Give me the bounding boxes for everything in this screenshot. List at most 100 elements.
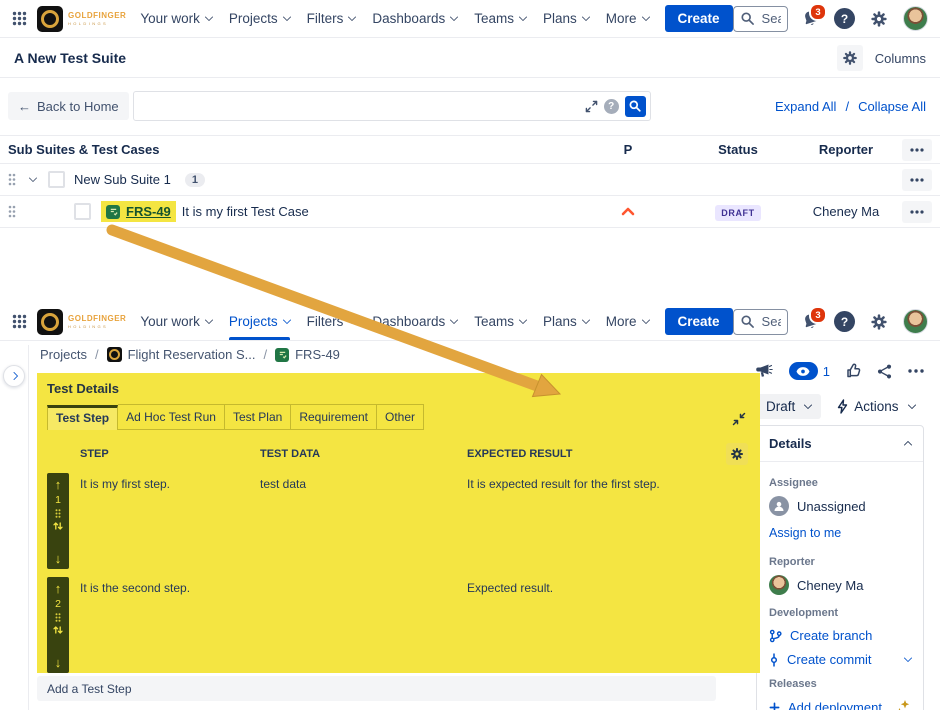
nav-item-plans[interactable]: Plans	[543, 314, 589, 329]
table-more-button[interactable]	[902, 139, 932, 161]
nav-item-your-work[interactable]: Your work	[140, 314, 212, 329]
tab-test-step[interactable]: Test Step	[47, 405, 118, 430]
test-case-summary[interactable]: It is my first Test Case	[182, 204, 309, 219]
reorder-step-icon[interactable]	[53, 521, 63, 531]
add-test-step-button[interactable]: Add a Test Step	[37, 676, 716, 701]
run-search-button[interactable]	[625, 96, 646, 117]
app-switcher-icon[interactable]	[12, 11, 27, 26]
actions-dropdown[interactable]: Actions	[837, 399, 914, 414]
step-drag-handle-icon[interactable]	[55, 613, 61, 622]
tab-ad-hoc-test-run[interactable]: Ad Hoc Test Run	[118, 404, 225, 430]
move-step-down-icon[interactable]: ↓	[55, 656, 62, 669]
nav-item-filters[interactable]: Filters	[307, 314, 356, 329]
user-avatar[interactable]	[903, 309, 928, 334]
nav-item-teams[interactable]: Teams	[474, 314, 526, 329]
table-settings-gear-icon[interactable]	[837, 45, 863, 71]
left-panel-divider	[28, 345, 29, 710]
reporter-value[interactable]: Cheney Ma	[769, 575, 911, 595]
nav-item-more[interactable]: More	[606, 11, 649, 26]
drag-handle-icon[interactable]	[8, 173, 16, 186]
move-step-down-icon[interactable]: ↓	[55, 552, 62, 565]
assign-to-me-link[interactable]: Assign to me	[769, 526, 841, 540]
watchers-control[interactable]: 1	[789, 362, 830, 380]
reporter-name: Cheney Ma	[813, 204, 879, 219]
sub-suite-row: New Sub Suite 1 1	[0, 164, 940, 196]
step-drag-handle-icon[interactable]	[55, 509, 61, 518]
breadcrumb-projects[interactable]: Projects	[40, 347, 87, 362]
nav-item-teams[interactable]: Teams	[474, 11, 526, 26]
commit-options-chevron-icon[interactable]	[904, 654, 912, 662]
tab-other[interactable]: Other	[377, 404, 424, 430]
move-step-up-icon[interactable]: ↑	[55, 582, 62, 595]
notifications-bell-icon[interactable]: 3	[802, 10, 819, 27]
nav-item-your-work[interactable]: Your work	[140, 11, 212, 26]
create-commit-link[interactable]: Create commit	[769, 652, 911, 667]
row-more-button[interactable]	[902, 201, 932, 223]
details-panel-header[interactable]: Details	[757, 426, 923, 462]
suite-toolbar: ← Back to Home ? Expand All / Collapse A…	[0, 79, 940, 133]
nav-item-projects-active[interactable]: Projects	[229, 314, 290, 329]
collapse-panel-icon[interactable]	[732, 412, 746, 426]
step-test-data[interactable]	[260, 581, 467, 673]
goldfinger-logo[interactable]: GOLDFINGER HOLDINGS	[37, 309, 126, 335]
collapse-row-chevron-icon[interactable]	[29, 174, 37, 182]
step-test-data[interactable]: test data	[260, 477, 467, 569]
suite-search-input[interactable]	[134, 92, 585, 120]
back-to-home-button[interactable]: ← Back to Home	[8, 92, 129, 120]
nav-item-dashboards[interactable]: Dashboards	[372, 314, 457, 329]
col-header-priority: P	[624, 142, 633, 157]
search-icon	[741, 315, 754, 328]
search-help-icon[interactable]: ?	[604, 99, 619, 114]
breadcrumb-issue-key[interactable]: FRS-49	[275, 347, 340, 362]
share-icon[interactable]	[877, 364, 892, 379]
test-case-key-link[interactable]: FRS-49	[126, 204, 171, 219]
assignee-value[interactable]: Unassigned	[769, 496, 911, 516]
settings-gear-icon[interactable]	[870, 10, 888, 28]
app-switcher-icon[interactable]	[12, 314, 27, 329]
tab-test-plan[interactable]: Test Plan	[225, 404, 291, 430]
expand-field-icon[interactable]	[585, 100, 598, 113]
move-step-up-icon[interactable]: ↑	[55, 478, 62, 491]
col-expected-result: EXPECTED RESULT	[467, 448, 750, 460]
nav-item-more[interactable]: More	[606, 314, 649, 329]
nav-item-filters[interactable]: Filters	[307, 11, 356, 26]
step-text[interactable]: It is my first step.	[69, 477, 260, 569]
settings-gear-icon[interactable]	[870, 313, 888, 331]
step-expected-result[interactable]: It is expected result for the first step…	[467, 477, 750, 569]
nav-item-dashboards[interactable]: Dashboards	[372, 11, 457, 26]
nav-item-projects[interactable]: Projects	[229, 11, 290, 26]
col-test-data: TEST DATA	[260, 448, 467, 460]
collapse-all-link[interactable]: Collapse All	[858, 99, 926, 114]
status-dropdown[interactable]: Draft	[756, 394, 821, 419]
issue-top-navbar: GOLDFINGER HOLDINGS Your work Projects F…	[0, 303, 940, 341]
notifications-bell-icon[interactable]: 3	[802, 313, 819, 330]
tab-requirement[interactable]: Requirement	[291, 404, 377, 430]
sub-suite-checkbox[interactable]	[48, 171, 65, 188]
watchers-count: 1	[823, 364, 830, 379]
nav-item-plans[interactable]: Plans	[543, 11, 589, 26]
columns-button[interactable]: Columns	[875, 51, 926, 66]
breadcrumb-project[interactable]: Flight Reservation S...	[107, 347, 256, 362]
create-branch-link[interactable]: Create branch	[769, 628, 911, 643]
help-icon[interactable]: ?	[834, 311, 855, 332]
step-table-gear-icon[interactable]	[726, 443, 748, 465]
create-button[interactable]: Create	[665, 5, 733, 32]
sub-suite-name[interactable]: New Sub Suite 1	[74, 172, 171, 187]
test-case-checkbox[interactable]	[74, 203, 91, 220]
expand-sidebar-toggle[interactable]	[3, 365, 25, 387]
goldfinger-logo[interactable]: GOLDFINGER HOLDINGS	[37, 6, 126, 32]
add-deployment-link[interactable]: Add deployment	[769, 699, 911, 710]
expand-all-link[interactable]: Expand All	[775, 99, 836, 114]
like-thumbs-up-icon[interactable]	[846, 363, 862, 379]
step-text[interactable]: It is the second step.	[69, 581, 260, 673]
notification-count-badge: 3	[809, 306, 827, 324]
help-icon[interactable]: ?	[834, 8, 855, 29]
drag-handle-icon[interactable]	[8, 205, 16, 218]
issue-more-icon[interactable]	[908, 369, 924, 373]
plus-icon	[769, 702, 780, 710]
step-expected-result[interactable]: Expected result.	[467, 581, 750, 673]
create-button[interactable]: Create	[665, 308, 733, 335]
reorder-step-icon[interactable]	[53, 625, 63, 635]
row-more-button[interactable]	[902, 169, 932, 191]
user-avatar[interactable]	[903, 6, 928, 31]
